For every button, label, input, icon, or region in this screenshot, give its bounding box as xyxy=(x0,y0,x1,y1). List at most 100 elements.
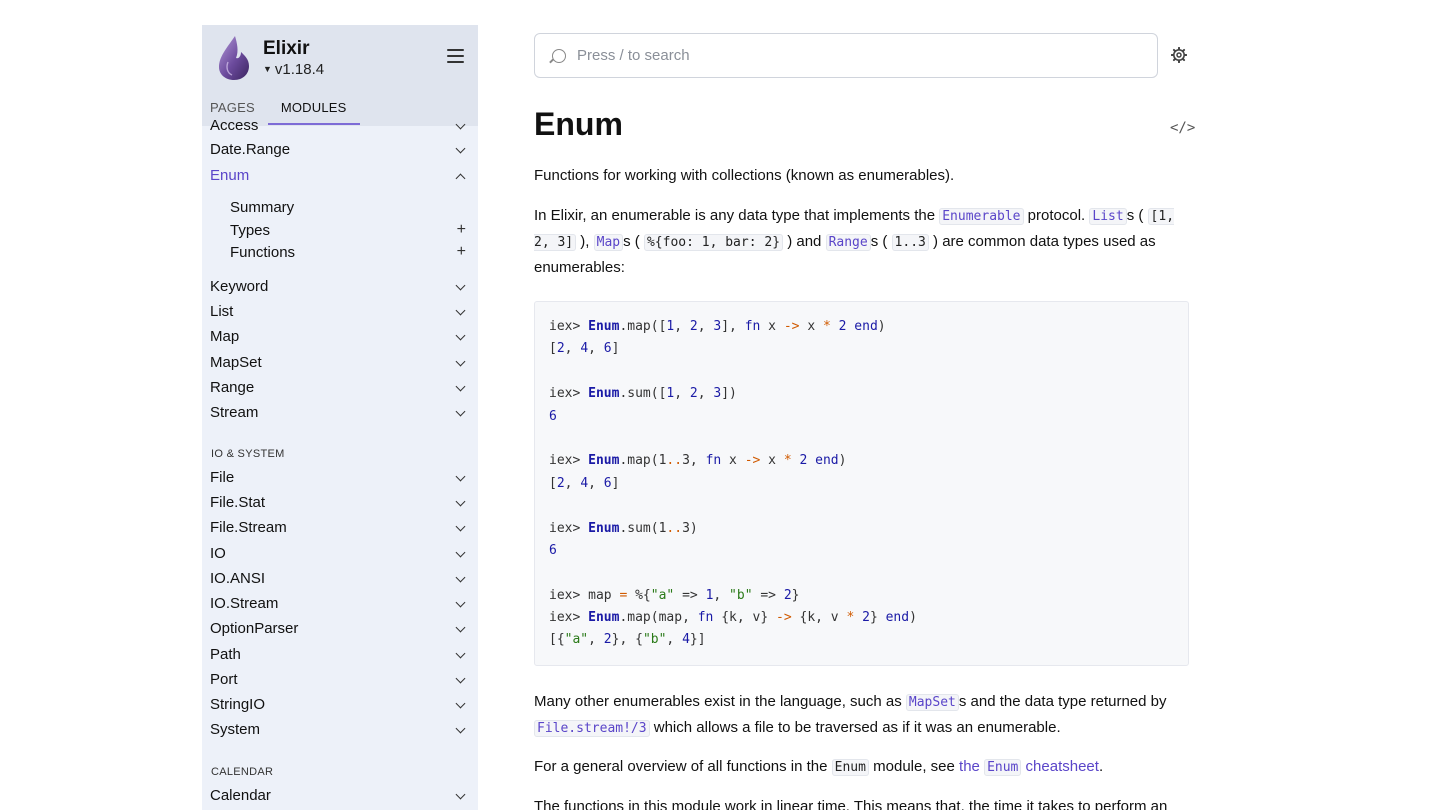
subitem-label: Types xyxy=(230,222,271,239)
sidebar: Elixir ▼ v1.18.4 PAGES MODULES Access Dat… xyxy=(202,25,478,810)
chevron-down-icon[interactable] xyxy=(455,789,466,800)
link-list[interactable]: List xyxy=(1089,208,1127,225)
chevron-down-icon[interactable] xyxy=(455,381,466,392)
group-heading-calendar: CALENDAR xyxy=(211,766,274,778)
sidebar-item-stringio[interactable]: StringIO xyxy=(210,696,470,713)
link-mapset[interactable]: MapSet xyxy=(905,694,959,711)
sidebar-item-label: Keyword xyxy=(210,278,269,295)
code-line: 6 xyxy=(549,542,557,558)
chevron-down-icon[interactable] xyxy=(455,330,466,341)
text: For a general overview of all functions … xyxy=(534,758,832,775)
menu-toggle-button[interactable] xyxy=(447,49,464,63)
code-example-block: iex> Enum.map([1, 2, 3], fn x -> x * 2 e… xyxy=(534,301,1189,666)
search-input[interactable]: Press / to search xyxy=(534,33,1158,78)
chevron-down-icon[interactable] xyxy=(455,496,466,507)
chevron-down-icon[interactable] xyxy=(455,698,466,709)
code-line: [{"a", 2}, {"b", 4}] xyxy=(549,632,706,648)
sidebar-item-system[interactable]: System xyxy=(210,721,470,738)
elixir-logo-icon xyxy=(219,36,249,80)
chevron-down-icon[interactable] xyxy=(455,143,466,154)
chevron-down-icon[interactable] xyxy=(455,119,466,130)
chevron-down-icon[interactable] xyxy=(455,406,466,417)
sidebar-item-keyword[interactable]: Keyword xyxy=(210,278,470,295)
sidebar-item-list[interactable]: List xyxy=(210,303,470,320)
code-line: [2, 4, 6] xyxy=(549,341,620,357)
sidebar-item-port[interactable]: Port xyxy=(210,671,470,688)
text: ), xyxy=(576,233,594,250)
sidebar-item-map[interactable]: Map xyxy=(210,328,470,345)
sidebar-item-range[interactable]: Range xyxy=(210,379,470,396)
chevron-down-icon[interactable] xyxy=(455,305,466,316)
chevron-up-icon[interactable] xyxy=(455,173,466,184)
subitem-label: Summary xyxy=(230,199,295,216)
sidebar-item-label: System xyxy=(210,721,261,738)
code-line: [2, 4, 6] xyxy=(549,475,620,491)
gear-icon[interactable] xyxy=(1171,47,1187,63)
text: s ( xyxy=(623,233,644,250)
sidebar-item-optionparser[interactable]: OptionParser xyxy=(210,620,470,637)
sidebar-item-label: IO.Stream xyxy=(210,595,279,612)
text: Many other enumerables exist in the lang… xyxy=(534,693,906,710)
subitem-label: Functions xyxy=(230,244,296,261)
sidebar-item-label: StringIO xyxy=(210,696,266,713)
sidebar-item-label: Date.Range xyxy=(210,141,291,158)
sidebar-subitem-summary[interactable]: Summary xyxy=(230,199,470,216)
sidebar-item-path[interactable]: Path xyxy=(210,646,470,663)
version-label: v1.18.4 xyxy=(274,61,325,78)
sidebar-item-enum[interactable]: Enum xyxy=(210,167,470,184)
chevron-down-icon[interactable] xyxy=(455,648,466,659)
chevron-down-icon[interactable] xyxy=(455,723,466,734)
link-range[interactable]: Range xyxy=(825,234,871,251)
chevron-down-icon[interactable] xyxy=(455,597,466,608)
sidebar-item-date-range[interactable]: Date.Range xyxy=(210,141,470,158)
sidebar-item-file-stream[interactable]: File.Stream xyxy=(210,519,470,536)
sidebar-item-io-ansi[interactable]: IO.ANSI xyxy=(210,570,470,587)
code-line: iex> Enum.map(map, fn {k, v} -> {k, v * … xyxy=(549,610,917,626)
link-enum-cheatsheet[interactable]: the Enum cheatsheet xyxy=(959,758,1099,776)
sidebar-item-label: File xyxy=(210,469,235,486)
chevron-down-icon[interactable] xyxy=(455,280,466,291)
version-dropdown[interactable]: ▼ v1.18.4 xyxy=(263,61,324,78)
link-file-stream[interactable]: File.stream!/3 xyxy=(534,720,650,737)
view-source-icon[interactable]: </> xyxy=(1170,120,1195,136)
text: s and the data type returned by xyxy=(958,693,1167,710)
text: s ( xyxy=(870,233,892,250)
text: . xyxy=(1098,758,1104,775)
sidebar-item-label: Access xyxy=(210,117,259,134)
overview-paragraph: For a general overview of all functions … xyxy=(534,754,1189,780)
sidebar-subitem-functions[interactable]: Functions + xyxy=(230,243,470,261)
sidebar-item-label: MapSet xyxy=(210,354,262,371)
caret-down-icon: ▼ xyxy=(263,64,272,74)
chevron-down-icon[interactable] xyxy=(455,471,466,482)
text: ) and xyxy=(783,233,826,250)
chevron-down-icon[interactable] xyxy=(455,356,466,367)
expand-plus-icon[interactable]: + xyxy=(457,221,466,239)
sidebar-item-label: Port xyxy=(210,671,238,688)
chevron-down-icon[interactable] xyxy=(455,521,466,532)
sidebar-item-calendar[interactable]: Calendar xyxy=(210,787,470,804)
link-enumerable[interactable]: Enumerable xyxy=(939,208,1024,225)
code-line: iex> Enum.map(1..3, fn x -> x * 2 end) xyxy=(549,453,847,469)
sidebar-item-label: File.Stream xyxy=(210,519,287,536)
sidebar-item-io[interactable]: IO xyxy=(210,545,470,562)
chevron-down-icon[interactable] xyxy=(455,547,466,558)
sidebar-item-file-stat[interactable]: File.Stat xyxy=(210,494,470,511)
chevron-down-icon[interactable] xyxy=(455,572,466,583)
sidebar-subitem-types[interactable]: Types + xyxy=(230,221,470,239)
page-title: Enum xyxy=(534,106,623,142)
link-map[interactable]: Map xyxy=(593,234,624,251)
chevron-down-icon[interactable] xyxy=(455,673,466,684)
chevron-down-icon[interactable] xyxy=(455,622,466,633)
text: protocol. xyxy=(1023,207,1090,224)
sidebar-item-label: Path xyxy=(210,646,241,663)
sidebar-item-access[interactable]: Access xyxy=(210,117,470,134)
search-placeholder: Press / to search xyxy=(577,47,690,64)
expand-plus-icon[interactable]: + xyxy=(457,243,466,261)
sidebar-item-file[interactable]: File xyxy=(210,469,470,486)
sidebar-item-mapset[interactable]: MapSet xyxy=(210,354,470,371)
sidebar-item-stream[interactable]: Stream xyxy=(210,404,470,421)
sidebar-item-io-stream[interactable]: IO.Stream xyxy=(210,595,470,612)
